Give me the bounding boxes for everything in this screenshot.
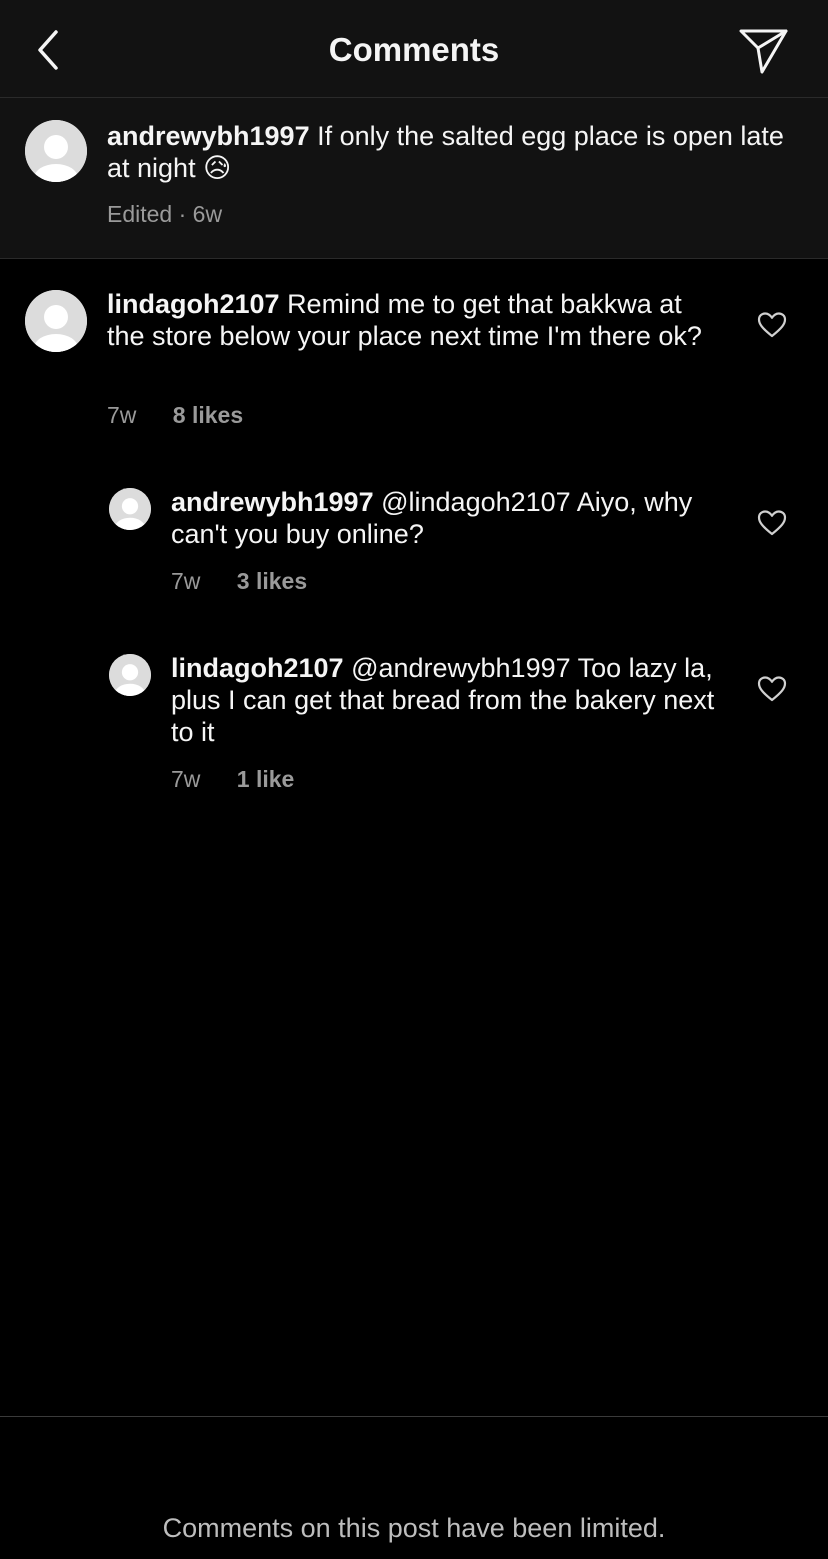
top-navigation-bar: Comments bbox=[0, 0, 828, 98]
comment-username[interactable]: lindagoh2107 bbox=[171, 653, 344, 683]
default-avatar-icon bbox=[25, 120, 87, 182]
comment-likes[interactable]: 3 likes bbox=[237, 568, 307, 594]
caption-meta: Edited · 6w bbox=[107, 201, 223, 227]
default-avatar-icon bbox=[109, 654, 151, 696]
default-avatar-icon bbox=[109, 488, 151, 530]
comment-meta: 7w 3 likes bbox=[171, 568, 307, 595]
comment-text: lindagoh2107 @andrewybh1997 Too lazy la,… bbox=[171, 652, 716, 748]
comment-text: andrewybh1997 @lindagoh2107 Aiyo, why ca… bbox=[171, 486, 711, 550]
comment-time: 7w bbox=[171, 568, 201, 594]
comment-username[interactable]: lindagoh2107 bbox=[107, 289, 280, 319]
comment-text: lindagoh2107 Remind me to get that bakkw… bbox=[107, 288, 707, 352]
page-title: Comments bbox=[328, 31, 500, 68]
heart-outline-icon bbox=[757, 510, 787, 536]
avatar[interactable] bbox=[109, 488, 151, 530]
like-button[interactable] bbox=[757, 509, 787, 537]
comments-limited-footer: Comments on this post have been limited. bbox=[0, 1416, 828, 1559]
caption-username[interactable]: andrewybh1997 bbox=[107, 121, 310, 151]
heart-outline-icon bbox=[757, 312, 787, 338]
like-button[interactable] bbox=[757, 311, 787, 339]
comment-username[interactable]: andrewybh1997 bbox=[171, 487, 374, 517]
comment-likes[interactable]: 1 like bbox=[237, 766, 295, 792]
like-button[interactable] bbox=[757, 675, 787, 703]
comment-meta: 7w 8 likes bbox=[107, 402, 243, 429]
crying-face-emoji: 😥 bbox=[203, 153, 232, 183]
default-avatar-icon bbox=[25, 290, 87, 352]
caption-text: andrewybh1997 If only the salted egg pla… bbox=[107, 120, 797, 184]
avatar[interactable] bbox=[109, 654, 151, 696]
heart-outline-icon bbox=[757, 676, 787, 702]
comments-limited-notice: Comments on this post have been limited. bbox=[162, 1513, 666, 1543]
paper-plane-icon bbox=[739, 29, 788, 74]
comment-meta: 7w 1 like bbox=[171, 766, 294, 793]
comment-time: 7w bbox=[171, 766, 201, 792]
avatar[interactable] bbox=[25, 290, 87, 352]
share-button[interactable] bbox=[738, 26, 790, 76]
post-caption: andrewybh1997 If only the salted egg pla… bbox=[0, 98, 828, 259]
avatar[interactable] bbox=[25, 120, 87, 182]
comment-likes[interactable]: 8 likes bbox=[173, 402, 243, 428]
comment-time: 7w bbox=[107, 402, 137, 428]
